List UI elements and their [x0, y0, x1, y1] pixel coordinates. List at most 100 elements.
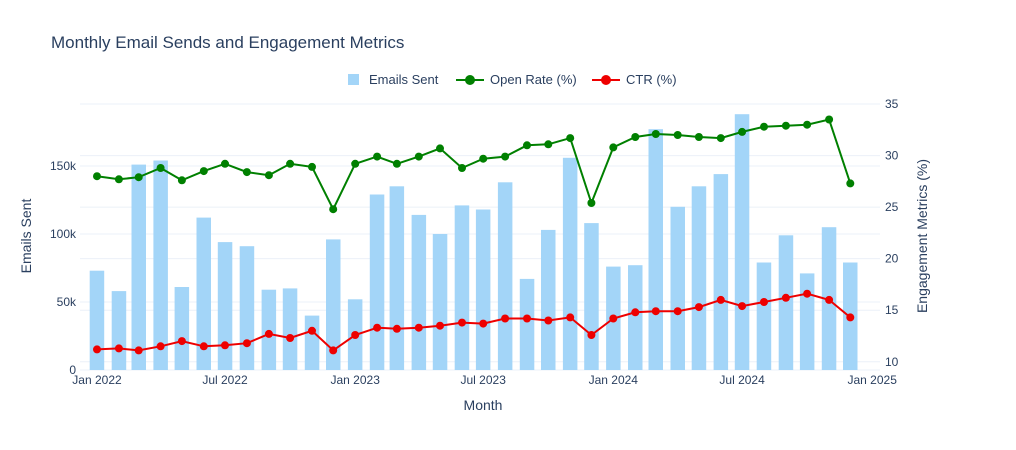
data-point	[716, 295, 725, 304]
bar	[778, 235, 794, 370]
y-tick-label: 0	[69, 363, 76, 377]
y-tick-label: 150k	[50, 159, 77, 173]
bar	[734, 114, 750, 370]
data-point	[825, 115, 834, 124]
data-point	[93, 345, 101, 354]
bar	[111, 291, 127, 370]
data-point	[609, 314, 618, 323]
data-point	[392, 159, 401, 168]
data-point	[351, 159, 360, 168]
data-point	[134, 173, 143, 182]
data-point	[673, 131, 682, 139]
x-axis-title: Month	[464, 397, 503, 413]
data-point	[134, 346, 143, 355]
data-point	[760, 122, 768, 131]
x-tick-label: Jul 2022	[202, 373, 248, 387]
data-point	[392, 324, 401, 333]
bar	[369, 194, 385, 370]
data-point	[694, 133, 703, 141]
bar	[153, 160, 168, 370]
data-point	[286, 159, 295, 168]
data-point	[566, 134, 575, 143]
data-point	[436, 321, 444, 330]
data-point	[264, 329, 273, 338]
data-point	[846, 179, 855, 188]
x-tick-label: Jul 2023	[461, 373, 507, 387]
data-point	[501, 152, 510, 161]
y-tick-label: 15	[885, 303, 899, 317]
bar	[475, 209, 491, 370]
bar	[628, 265, 643, 370]
x-tick-label: Jan 2025	[848, 373, 898, 387]
data-point	[523, 314, 531, 323]
data-point	[523, 141, 531, 150]
data-point	[479, 319, 488, 328]
data-point	[738, 302, 747, 311]
y-tick-label: 50k	[57, 295, 77, 309]
data-point	[329, 346, 338, 355]
data-point	[781, 121, 790, 130]
x-tick-label: Jul 2024	[719, 373, 765, 387]
data-point	[458, 164, 466, 172]
data-point	[221, 341, 229, 350]
bar	[691, 186, 707, 370]
bar	[799, 273, 815, 370]
data-point	[694, 303, 703, 312]
data-point	[587, 199, 596, 207]
y-tick-label: 35	[885, 97, 899, 111]
data-point	[781, 293, 790, 302]
bar	[131, 164, 146, 370]
data-point	[177, 176, 186, 185]
data-point	[308, 326, 316, 335]
bar	[282, 288, 298, 370]
data-point	[566, 313, 575, 322]
data-point	[414, 152, 423, 161]
data-point	[286, 334, 295, 342]
data-point	[651, 130, 660, 138]
data-point	[114, 175, 123, 184]
bar	[756, 262, 772, 370]
x-tick-label: Jan 2024	[589, 373, 639, 387]
bar	[562, 157, 578, 370]
plot-area: Jan 2022 Jul 2022 Jan 2023 Jul 2023 Jan 2024…	[18, 97, 930, 413]
bar	[261, 289, 277, 370]
bar	[174, 287, 190, 370]
y-tick-label: 25	[885, 200, 899, 214]
bar	[648, 129, 663, 370]
data-point	[156, 342, 165, 351]
data-point	[351, 331, 360, 339]
data-point	[264, 171, 273, 180]
data-point	[825, 295, 834, 304]
bar	[432, 234, 448, 370]
data-point	[716, 134, 725, 143]
data-point	[177, 337, 186, 346]
y-axis-title-right: Engagement Metrics (%)	[914, 159, 930, 313]
data-point	[242, 168, 251, 177]
data-point	[373, 152, 382, 161]
data-point	[760, 298, 768, 306]
chart: Monthly Email Sends and Engagement Metri…	[0, 0, 1016, 450]
data-point	[609, 143, 618, 152]
bar	[584, 223, 599, 370]
y-tick-label: 100k	[50, 227, 77, 241]
y-tick-label: 20	[885, 252, 899, 266]
bar	[541, 229, 556, 370]
y-tick-label: 10	[885, 355, 899, 369]
bar	[670, 206, 685, 370]
data-point	[242, 339, 251, 348]
x-axis: Jan 2022 Jul 2022 Jan 2023 Jul 2023 Jan 2024…	[72, 373, 897, 387]
data-point	[156, 164, 165, 172]
data-point	[308, 162, 316, 171]
data-point	[846, 313, 855, 322]
data-point	[587, 331, 596, 339]
data-point	[803, 289, 812, 298]
data-point	[501, 314, 510, 323]
y-axis-right: 10 15 20 25 30 35	[885, 97, 899, 369]
y-axis-title-left: Emails Sent	[18, 199, 34, 274]
bar	[239, 246, 255, 370]
data-point	[479, 154, 488, 163]
data-point	[631, 308, 640, 317]
data-point	[329, 205, 338, 214]
data-point	[544, 140, 553, 149]
data-point	[673, 307, 682, 316]
